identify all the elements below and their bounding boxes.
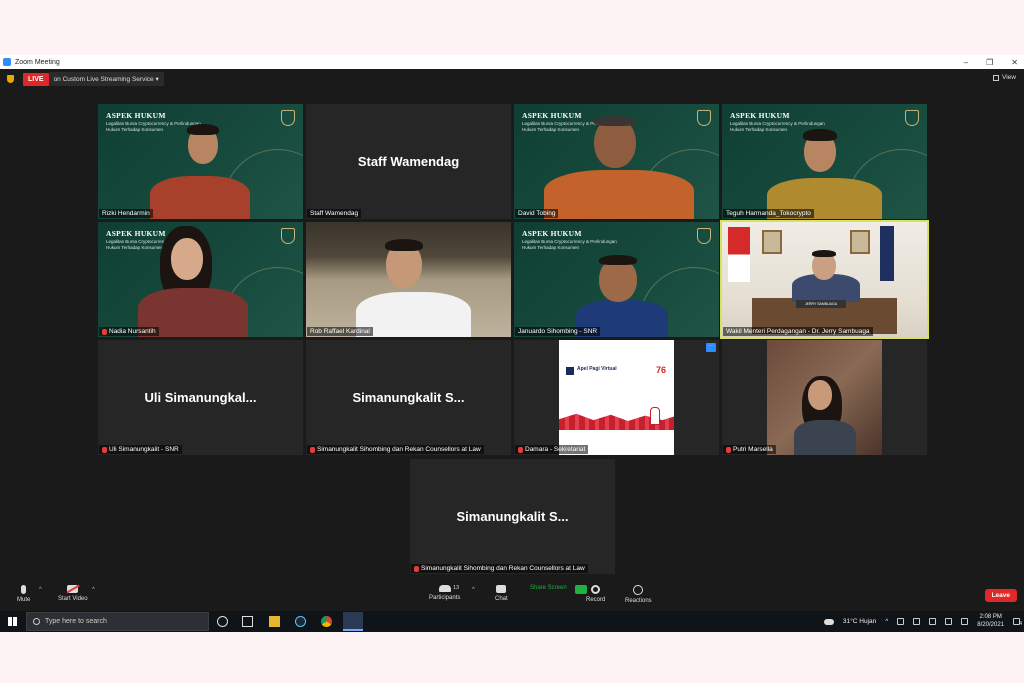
- notification-center-icon[interactable]: 4: [1013, 618, 1022, 627]
- video-tile[interactable]: ASPEK HUKUM Legalitas Bursa Cryptocurrenc…: [514, 104, 719, 219]
- mic-muted-icon: [102, 328, 107, 335]
- zoom-app-icon: [3, 58, 11, 66]
- cortana-icon[interactable]: [217, 616, 228, 627]
- search-icon: [33, 618, 40, 625]
- video-tile[interactable]: ASPEK HUKUM Legalitas Bursa Cryptocurrenc…: [98, 104, 303, 219]
- system-tray: 31°C Hujan ^ 2:08 PM 8/20/2021 4: [823, 611, 1022, 632]
- mic-muted-icon: [726, 446, 731, 453]
- participant-name: Simanungkalit Sihombing dan Rekan Counse…: [411, 564, 588, 573]
- seal-icon: [697, 228, 711, 244]
- mic-muted-icon: [310, 446, 315, 453]
- grid-view-icon: [993, 74, 1000, 81]
- participant-name: Uli Simanungkalit - SNR: [99, 445, 182, 454]
- close-button[interactable]: ✕: [1011, 58, 1018, 67]
- video-tile[interactable]: Simanungkalit S... Simanungkalit Sihombi…: [410, 459, 615, 574]
- video-tile[interactable]: Rob Raffael Kardinal: [306, 222, 511, 337]
- network-icon[interactable]: [945, 618, 953, 625]
- record-icon: [591, 585, 601, 594]
- video-camera-off-icon: [67, 585, 79, 593]
- share-screen-button[interactable]: Share Screen: [530, 585, 587, 594]
- steam-icon[interactable]: [295, 616, 306, 627]
- zoom-taskbar-icon[interactable]: [343, 612, 363, 631]
- seal-icon: [905, 110, 919, 126]
- minimize-button[interactable]: –: [964, 58, 968, 67]
- live-status-bar: LIVE on Custom Live Streaming Service ▾ …: [0, 69, 1024, 89]
- tray-chevron-icon[interactable]: ^: [885, 618, 888, 625]
- wifi-icon[interactable]: [961, 618, 969, 625]
- maximize-button[interactable]: ❐: [986, 58, 993, 67]
- start-video-button[interactable]: Start Video: [58, 585, 88, 602]
- participant-name: Januardo Sihombing - SNR: [515, 327, 601, 336]
- battery-icon[interactable]: [929, 618, 937, 625]
- participants-count: 13: [453, 585, 460, 591]
- speaker-icon[interactable]: [897, 618, 905, 625]
- seal-icon: [697, 110, 711, 126]
- participant-name: Staff Wamendag: [307, 209, 362, 218]
- participant-name: Nadia Nursantih: [99, 327, 159, 336]
- more-options-icon[interactable]: ···: [706, 343, 716, 352]
- participant-name: David Tobing: [515, 209, 559, 218]
- chat-bubble-icon: [496, 585, 507, 593]
- shared-screen: Apel Pagi Virtual 76: [559, 340, 674, 455]
- live-service-dropdown[interactable]: on Custom Live Streaming Service ▾: [48, 72, 164, 86]
- view-button[interactable]: View: [993, 74, 1016, 81]
- microphone-icon: [21, 585, 27, 594]
- video-tile[interactable]: ASPEK HUKUM Legalitas Bursa Cryptocurrenc…: [514, 222, 719, 337]
- task-view-icon[interactable]: [242, 616, 253, 627]
- video-tile[interactable]: Putri Marsella: [722, 340, 927, 455]
- participant-name: Simanungkalit Sihombing dan Rekan Counse…: [307, 445, 484, 454]
- mic-muted-icon: [518, 446, 523, 453]
- title-bar: Zoom Meeting – ❐ ✕: [0, 55, 1024, 69]
- chat-button[interactable]: Chat: [495, 585, 508, 602]
- mic-muted-icon: [414, 565, 419, 572]
- weather-text[interactable]: 31°C Hujan: [843, 618, 876, 625]
- zoom-window: Zoom Meeting – ❐ ✕ LIVE on Custom Live S…: [0, 55, 1024, 632]
- participant-name: Rizki Hendarmin: [99, 209, 153, 218]
- mute-options-caret[interactable]: ^: [39, 587, 42, 593]
- windows-start-icon[interactable]: [8, 617, 17, 626]
- meeting-toolbar: Mute ^ Start Video ^ Participants 13 ^ C…: [0, 581, 1024, 611]
- leave-button[interactable]: Leave: [984, 589, 1017, 602]
- live-badge[interactable]: LIVE: [23, 72, 49, 86]
- participant-name: Teguh Harmanda_Tokocrypto: [723, 209, 814, 218]
- taskbar-clock[interactable]: 2:08 PM 8/20/2021: [977, 614, 1004, 629]
- participant-name: Damara - Sekretariat: [515, 445, 589, 454]
- video-tile-active-speaker[interactable]: JERRY SAMBUAGA Wakil Menteri Perdagangan…: [720, 220, 929, 339]
- participants-icon: [438, 585, 451, 592]
- video-tile[interactable]: ASPEK HUKUM Legalitas Bursa Cryptocurrenc…: [98, 222, 303, 337]
- participants-options-caret[interactable]: ^: [472, 587, 475, 593]
- weather-cloud-icon: [823, 618, 834, 625]
- video-tile[interactable]: Simanungkalit S... Simanungkalit Sihombi…: [306, 340, 511, 455]
- windows-taskbar: Type here to search 31°C Hujan ^ 2:08 PM…: [0, 611, 1024, 632]
- file-explorer-icon[interactable]: [269, 616, 280, 627]
- window-title: Zoom Meeting: [15, 58, 60, 66]
- chrome-icon[interactable]: [321, 616, 332, 627]
- video-tile-screen-share[interactable]: Apel Pagi Virtual 76 ··· Damara - Sekret…: [514, 340, 719, 455]
- seal-icon: [281, 110, 295, 126]
- participant-name: Rob Raffael Kardinal: [307, 327, 373, 336]
- desk-nameplate: JERRY SAMBUAGA: [796, 300, 846, 308]
- participant-name: Putri Marsella: [723, 445, 776, 454]
- record-button[interactable]: Record: [586, 585, 605, 603]
- ministry-logo-icon: [566, 367, 574, 375]
- reactions-button[interactable]: Reactions: [625, 585, 652, 604]
- mic-muted-icon: [102, 446, 107, 453]
- participant-name: Wakil Menteri Perdagangan - Dr. Jerry Sa…: [723, 327, 873, 336]
- video-tile[interactable]: Uli Simanungkal... Uli Simanungkalit - S…: [98, 340, 303, 455]
- seal-icon: [281, 228, 295, 244]
- taskbar-search-input[interactable]: Type here to search: [26, 612, 209, 631]
- mute-button[interactable]: Mute: [17, 585, 30, 603]
- video-tile[interactable]: ASPEK HUKUM Legalitas Bursa Cryptocurrenc…: [722, 104, 927, 219]
- video-options-caret[interactable]: ^: [92, 587, 95, 593]
- video-tile[interactable]: Staff Wamendag Staff Wamendag: [306, 104, 511, 219]
- reactions-smiley-icon: [633, 585, 644, 595]
- mic-tray-icon[interactable]: [913, 618, 921, 625]
- security-shield-icon[interactable]: [7, 75, 14, 83]
